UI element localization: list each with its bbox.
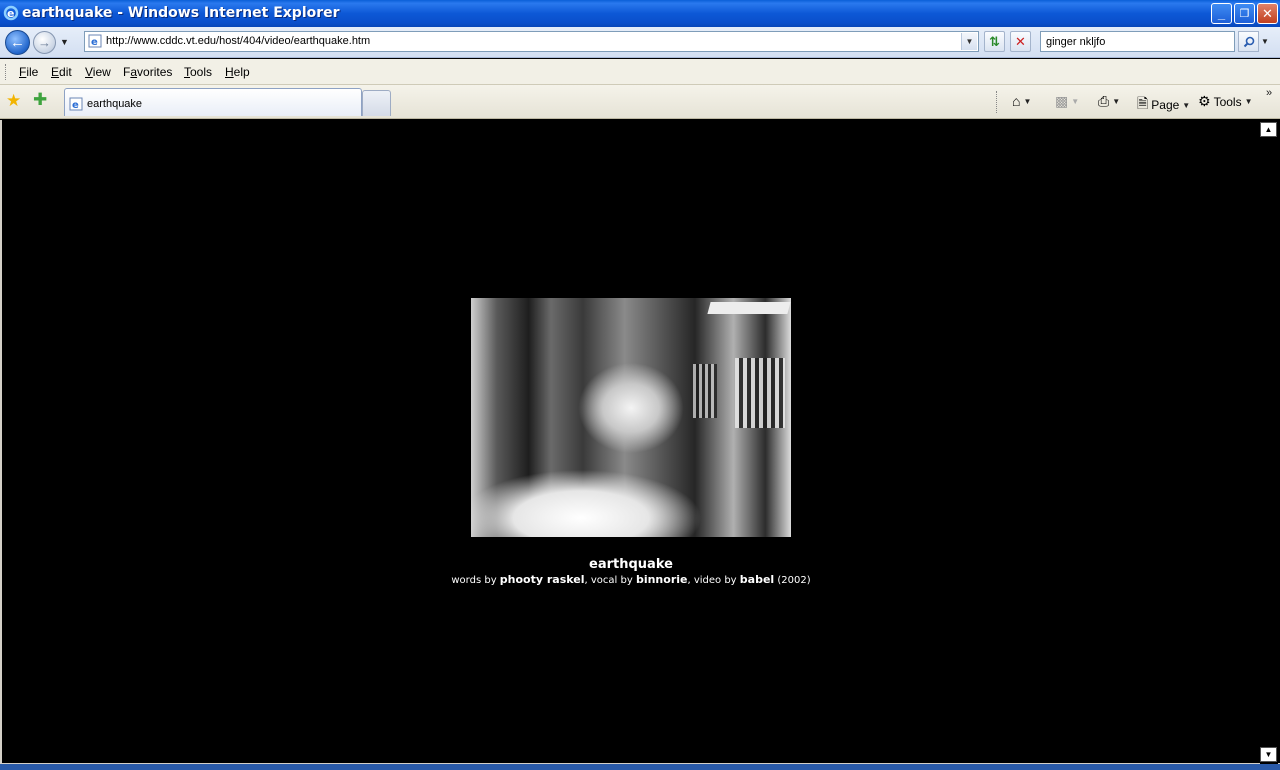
tools-menu-button[interactable]: ⚙ Tools ▼ — [1198, 93, 1253, 110]
stop-button[interactable]: ✕ — [1010, 31, 1031, 52]
close-button[interactable]: ✕ — [1257, 3, 1278, 24]
back-button[interactable]: ← — [5, 30, 30, 55]
svg-text:e: e — [7, 7, 14, 20]
feeds-icon: ▩ — [1055, 93, 1069, 109]
window-title: earthquake - Windows Internet Explorer — [22, 5, 340, 21]
video-credits: words by phooty raskel, vocal by binnori… — [451, 573, 811, 586]
refresh-button[interactable]: ⇅ — [984, 31, 1005, 52]
forward-button[interactable]: → — [33, 31, 56, 54]
command-bar-grip — [996, 91, 998, 113]
page-ie-icon: e — [69, 97, 83, 111]
page-menu-label: Page — [1151, 98, 1180, 112]
vocal-author: binnorie — [635, 573, 688, 586]
page-dropdown-icon: ▼ — [1182, 100, 1191, 110]
refresh-icon: ⇅ — [989, 33, 1000, 49]
home-icon: ⌂ — [1012, 93, 1021, 109]
search-input[interactable] — [1041, 32, 1234, 51]
video-frame-detail — [735, 358, 785, 428]
address-toolbar: ← → ▼ e http://www.cddc.vt.edu/host/404/… — [0, 27, 1280, 58]
vertical-scrollbar[interactable] — [1260, 120, 1278, 764]
search-icon — [1243, 36, 1254, 47]
tools-menu-label: Tools — [1213, 94, 1242, 109]
toolbar-grip — [5, 64, 7, 80]
status-bar-edge — [0, 764, 1280, 770]
print-dropdown-icon[interactable]: ▼ — [1112, 97, 1120, 106]
feeds-dropdown-icon[interactable]: ▼ — [1071, 97, 1079, 106]
svg-text:e: e — [72, 100, 79, 111]
recent-pages-dropdown[interactable]: ▼ — [60, 37, 69, 47]
restore-icon: ❐ — [1239, 8, 1250, 20]
address-dropdown-icon[interactable]: ▼ — [961, 33, 977, 50]
search-field[interactable] — [1040, 31, 1235, 52]
scroll-down-button[interactable]: ▼ — [1260, 747, 1277, 762]
scroll-up-button[interactable]: ▲ — [1260, 122, 1277, 137]
scroll-up-icon: ▲ — [1264, 125, 1273, 134]
search-options-dropdown[interactable]: ▼ — [1261, 37, 1269, 46]
forward-arrow-icon: → — [38, 35, 51, 50]
menu-file[interactable]: File — [19, 65, 38, 79]
title-bar: e earthquake - Windows Internet Explorer… — [0, 0, 1280, 27]
address-field[interactable]: e http://www.cddc.vt.edu/host/404/video/… — [84, 31, 979, 52]
home-dropdown-icon[interactable]: ▼ — [1023, 97, 1031, 106]
close-icon: ✕ — [1262, 5, 1273, 21]
favorites-star-icon[interactable]: ★ — [6, 91, 21, 111]
print-icon: ⎙ — [1098, 93, 1110, 109]
back-arrow-icon: ← — [10, 34, 25, 51]
tab-bar: ★ ✚ e earthquake ⌂ ▼ ▩ ▼ ⎙ ▼ 🗎 Page ▼ ⚙ Tools ▼… — [0, 85, 1280, 119]
video-frame-detail — [707, 302, 791, 314]
minimize-icon: _ — [1217, 6, 1226, 21]
svg-text:e: e — [91, 37, 98, 48]
menu-help[interactable]: Help — [225, 65, 250, 79]
menu-edit[interactable]: Edit — [51, 65, 72, 79]
ie-icon: e — [3, 5, 19, 21]
menu-favorites[interactable]: Favorites — [123, 65, 172, 79]
new-tab-button[interactable] — [362, 90, 391, 116]
feeds-button[interactable]: ▩ ▼ — [1055, 93, 1079, 110]
page-menu-button[interactable]: 🗎 Page ▼ — [1137, 93, 1190, 117]
page-ie-icon: e — [88, 34, 102, 48]
restore-button[interactable]: ❐ — [1234, 3, 1255, 24]
gear-icon: ⚙ — [1198, 93, 1211, 109]
home-button[interactable]: ⌂ ▼ — [1012, 93, 1031, 109]
video-player[interactable] — [471, 298, 791, 537]
tab-earthquake[interactable]: e earthquake — [64, 88, 362, 116]
menu-bar: File Edit View Favorites Tools Help — [0, 59, 1280, 85]
more-commands-chevron-icon[interactable]: » — [1266, 87, 1272, 99]
address-url[interactable]: http://www.cddc.vt.edu/host/404/video/ea… — [106, 35, 370, 47]
minimize-button[interactable]: _ — [1211, 3, 1232, 24]
print-button[interactable]: ⎙ ▼ — [1098, 93, 1120, 110]
words-author: phooty raskel — [499, 573, 585, 586]
page-icon: 🗎 — [1137, 95, 1149, 111]
stop-icon: ✕ — [1015, 33, 1026, 49]
scroll-down-icon: ▼ — [1264, 750, 1273, 759]
tab-label: earthquake — [87, 98, 143, 110]
video-author: babel — [739, 573, 775, 586]
menu-view[interactable]: View — [85, 65, 111, 79]
add-favorites-icon[interactable]: ✚ — [33, 90, 47, 110]
video-frame-detail — [693, 364, 717, 418]
video-title: earthquake — [589, 557, 673, 572]
search-button[interactable] — [1238, 31, 1259, 52]
menu-tools[interactable]: Tools — [184, 65, 212, 79]
tools-dropdown-icon: ▼ — [1244, 97, 1253, 106]
